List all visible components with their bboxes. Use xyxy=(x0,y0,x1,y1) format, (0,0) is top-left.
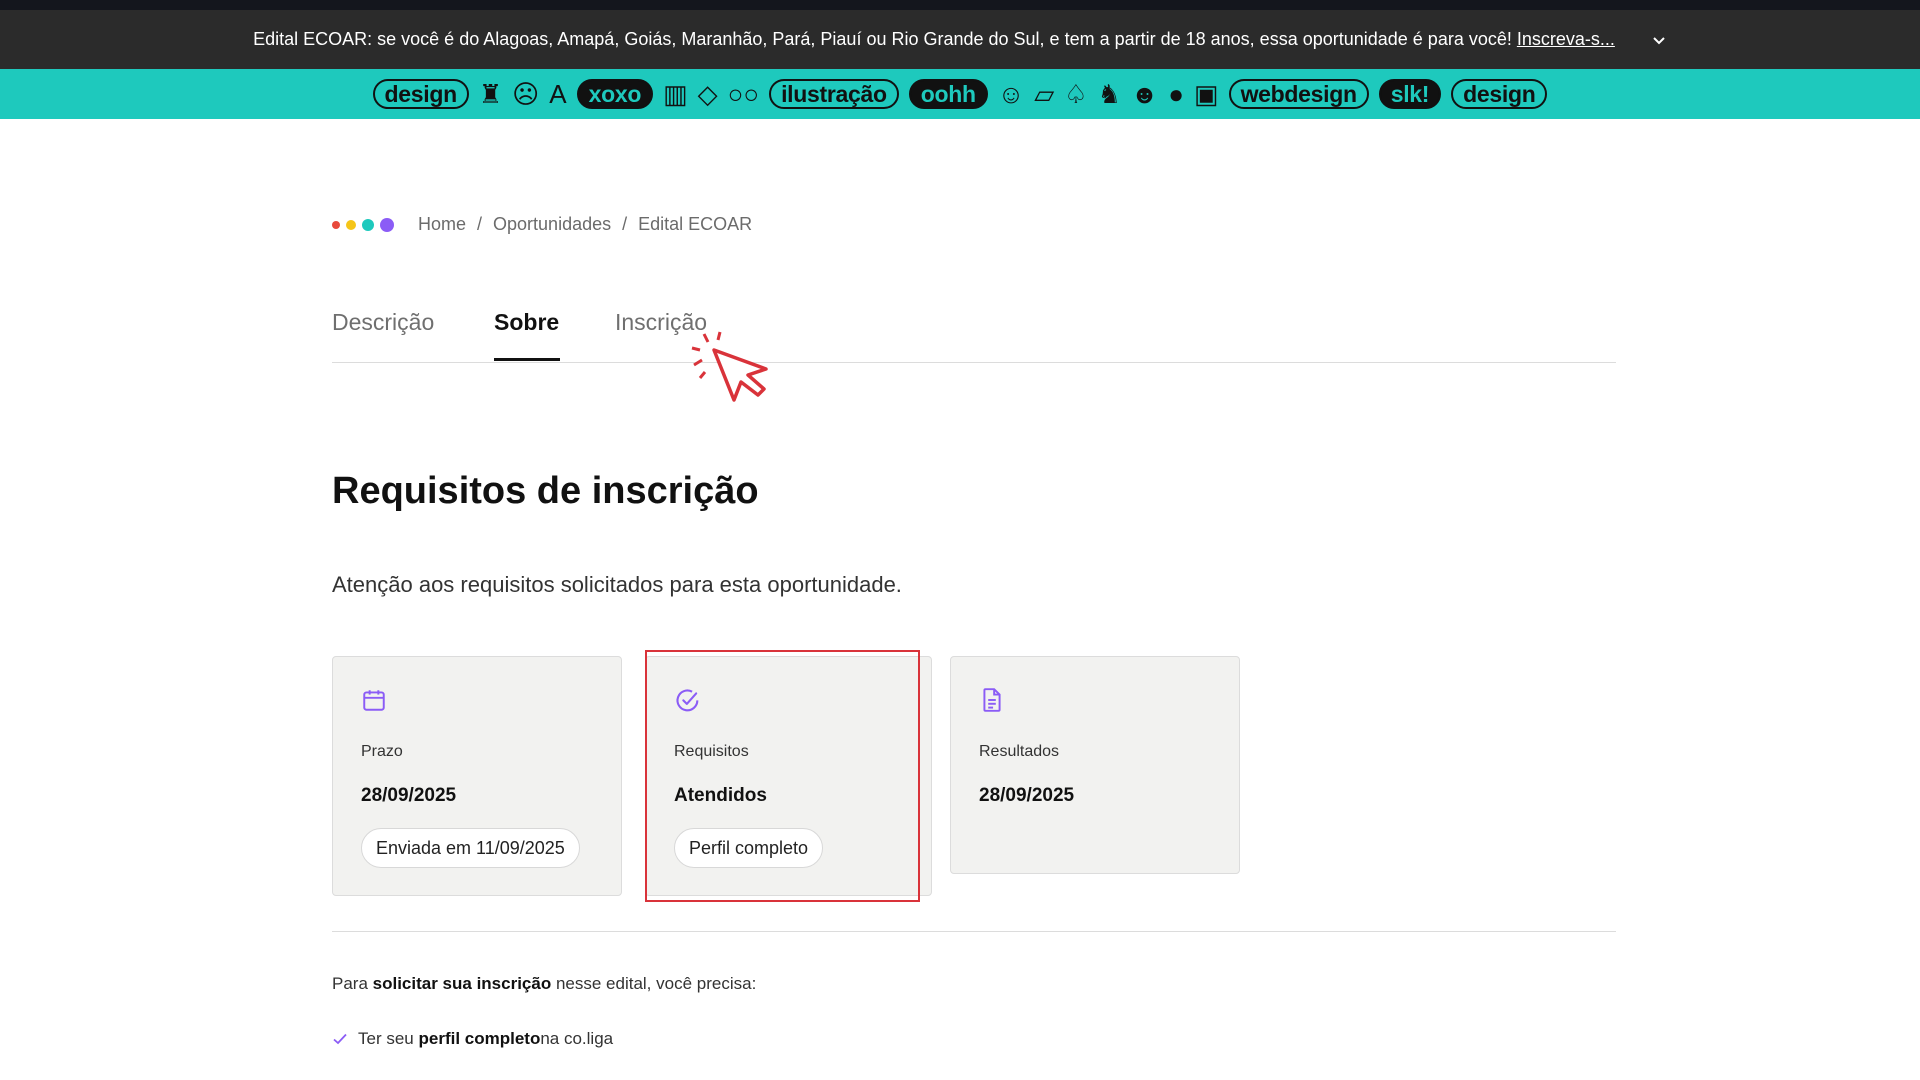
highlight-box xyxy=(645,650,920,902)
breadcrumb: Home / Oportunidades / Edital ECOAR xyxy=(332,214,752,235)
tab-descricao[interactable]: Descrição xyxy=(332,309,434,336)
books-icon: ▥ xyxy=(663,79,688,109)
tag-pill: ilustração xyxy=(769,79,899,109)
tag-marquee: design ♜ ☹ Axoxo ▥ ◇ ○○ ilustração oohh ☺ ▱ ♤ ♞ ☻ ● ▣ we… xyxy=(0,69,1920,119)
banner-link[interactable]: Inscreva-s... xyxy=(1517,29,1615,49)
brand-dot xyxy=(380,217,394,232)
submitted-badge: Enviada em 11/09/2025 xyxy=(361,828,580,868)
tab-bar: Descrição Sobre Inscrição xyxy=(332,300,1616,363)
click-cursor-icon xyxy=(690,330,770,415)
tag-pill: design xyxy=(372,79,469,109)
brand-dot xyxy=(346,219,356,230)
card-label: Resultados xyxy=(979,743,1060,760)
black-cat-icon: ♞ xyxy=(1097,79,1121,109)
brand-dots-icon xyxy=(332,217,400,232)
tag-pill: design xyxy=(1451,79,1548,109)
card-resultados: Resultados 28/09/2025 xyxy=(950,656,1240,874)
card-value: 28/09/2025 xyxy=(361,785,457,806)
dizzy-face-icon: ☹ xyxy=(512,79,540,109)
banner-text: Edital ECOAR: se você é do Alagoas, Amap… xyxy=(253,29,1615,49)
breadcrumb-oportunidades[interactable]: Oportunidades xyxy=(493,214,611,235)
document-icon xyxy=(979,687,1005,718)
breadcrumb-current: Edital ECOAR xyxy=(638,214,753,234)
requirement-item: Ter seu perfil completo na co.liga xyxy=(332,1029,613,1049)
tag-pill: webdesign xyxy=(1228,79,1369,109)
brand-dot xyxy=(332,220,340,229)
instructions-text: Para solicitar sua inscrição nesse edita… xyxy=(332,974,757,993)
card-value: 28/09/2025 xyxy=(979,785,1075,806)
section-intro: Atenção aos requisitos solicitados para … xyxy=(332,572,902,597)
card-prazo: Prazo 28/09/2025 Enviada em 11/09/2025 xyxy=(332,656,622,896)
lips-icon: ● xyxy=(1168,79,1184,109)
tag-pill: oohh xyxy=(908,79,988,109)
tag-pill: slk! xyxy=(1378,79,1442,109)
glasses-icon: ○○ xyxy=(727,79,760,109)
smile-icon: ☺ xyxy=(997,79,1025,109)
folder-icon: ▱ xyxy=(1034,79,1055,109)
breadcrumb-separator: / xyxy=(477,214,483,234)
calendar-icon xyxy=(361,687,387,718)
announcement-banner: Edital ECOAR: se você é do Alagoas, Amap… xyxy=(0,10,1920,69)
breadcrumb-home[interactable]: Home xyxy=(418,214,466,235)
wink-face-icon: ☻ xyxy=(1130,79,1159,109)
cat-icon: ♜ xyxy=(478,79,503,109)
breadcrumb-separator: / xyxy=(622,214,628,234)
check-icon xyxy=(332,1031,348,1047)
divider xyxy=(332,931,1616,932)
tag-pill: xoxo xyxy=(576,79,654,109)
brand-dot xyxy=(362,218,374,231)
letter-a-icon: A xyxy=(549,79,567,109)
chevron-down-icon[interactable] xyxy=(1651,32,1667,48)
top-edge xyxy=(0,0,1920,10)
monitor-icon: ▣ xyxy=(1193,79,1219,109)
active-tab-indicator xyxy=(494,358,560,361)
card-label: Prazo xyxy=(361,743,403,760)
diamond-icon: ◇ xyxy=(697,79,718,109)
page-title: Requisitos de inscrição xyxy=(332,470,759,512)
tab-sobre[interactable]: Sobre xyxy=(494,309,559,336)
tree-icon: ♤ xyxy=(1064,79,1088,109)
